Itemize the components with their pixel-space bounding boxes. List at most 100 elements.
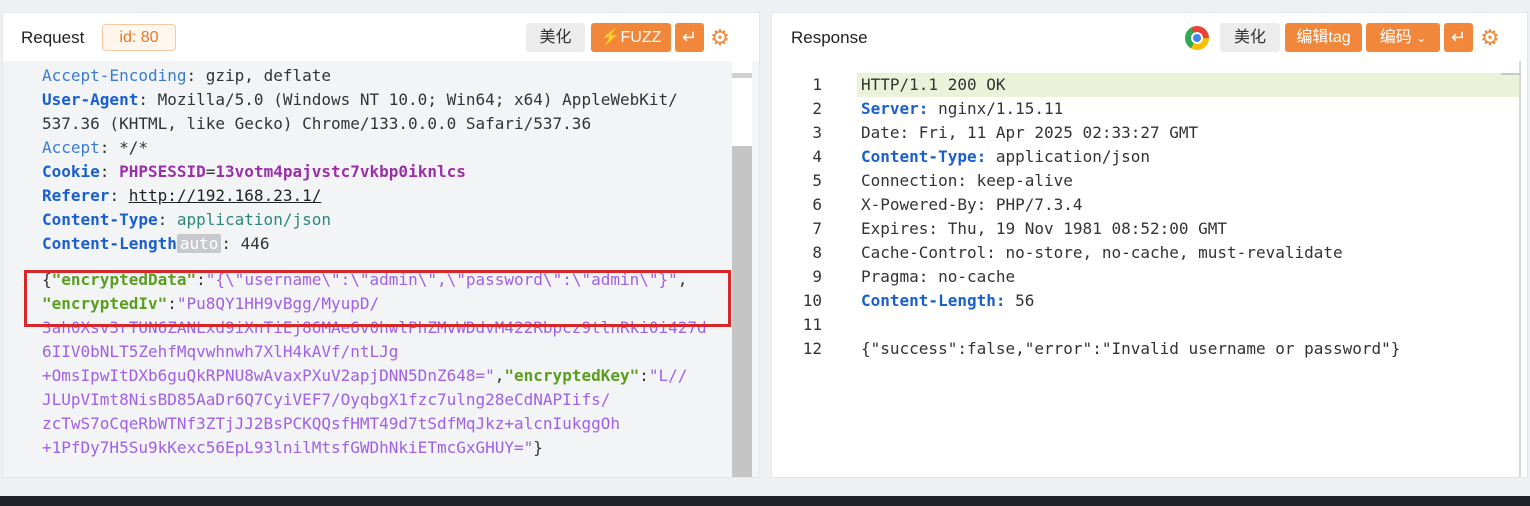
auto-chip[interactable]: auto: [176, 234, 222, 253]
response-title: Response: [791, 28, 868, 47]
header-key: Content-Length: [42, 234, 177, 253]
code-line: Accept-Encoding: gzip, deflate: [42, 66, 331, 85]
line-number: 8: [812, 243, 822, 262]
header-value: 537.36 (KHTML, like Gecko) Chrome/133.0.…: [42, 114, 592, 133]
line-number: 10: [802, 291, 822, 310]
response-line: Date: Fri, 11 Apr 2025 02:33:27 GMT: [861, 121, 1400, 145]
code-line: User-Agent: Mozilla/5.0 (Windows NT 10.0…: [42, 90, 678, 109]
code-line: 537.36 (KHTML, like Gecko) Chrome/133.0.…: [42, 112, 707, 136]
code-line: +1PfDy7H5Su9kKexc56EpL93lnilMtsfGWDhNkiE…: [42, 436, 707, 460]
encoding-dropdown[interactable]: 编码 ⌄: [1366, 23, 1440, 52]
wrap-icon: ↵: [1450, 27, 1467, 47]
response-line: X-Powered-By: PHP/7.3.4: [861, 193, 1400, 217]
fuzz-label: FUZZ: [620, 29, 662, 46]
line-number: 7: [812, 219, 822, 238]
code-line: zcTwS7oCqeRbWTNf3ZTjJJ2BsPCKQQsfHMT49d7t…: [42, 412, 707, 436]
line-number: 9: [812, 267, 822, 286]
referer-link[interactable]: http://192.168.23.1/: [129, 186, 322, 205]
lightning-icon: ⚡: [600, 29, 621, 46]
line-text: HTTP/1.1 200 OK: [861, 75, 1006, 94]
json-string: "Pu8QY1HH9vBgg/MyupD/: [176, 294, 380, 313]
line-text: X-Powered-By: PHP/7.3.4: [861, 195, 1083, 214]
response-code: HTTP/1.1 200 OK Server: nginx/1.15.11 Date…: [861, 73, 1400, 361]
cookie-name: PHPSESSID: [119, 162, 206, 181]
request-title: Request: [21, 28, 85, 47]
request-scrollbar-thumb[interactable]: [732, 146, 752, 477]
header-key: Server:: [861, 99, 929, 118]
header-value: 446: [240, 234, 270, 253]
gear-icon[interactable]: ⚙: [708, 26, 732, 50]
gear-icon[interactable]: ⚙: [1478, 26, 1502, 50]
line-number: 2: [812, 99, 822, 118]
header-key: Content-Type:: [861, 147, 987, 166]
header-key: Content-Length:: [861, 291, 1006, 310]
response-line: Expires: Thu, 19 Nov 1981 08:52:00 GMT: [861, 217, 1400, 241]
beautify-button[interactable]: 美化: [1220, 23, 1280, 52]
json-body: {"success":false,"error":"Invalid userna…: [861, 339, 1401, 358]
code-line: 6IIV0bNLT5ZehfMqvwhnwh7XlH4kAVf/ntLJg: [42, 340, 707, 364]
request-editor[interactable]: · · · · · · · · · · · · · · · Accept-Enco…: [3, 59, 759, 477]
response-line: Server: nginx/1.15.11: [861, 97, 1400, 121]
response-line: Connection: keep-alive: [861, 169, 1400, 193]
line-text: Cache-Control: no-store, no-cache, must-…: [861, 243, 1343, 262]
wrap-icon: ↵: [681, 27, 698, 47]
response-line: Pragma: no-cache: [861, 265, 1400, 289]
beautify-button[interactable]: 美化: [526, 23, 585, 52]
request-scrollbar-top: [732, 73, 752, 78]
json-key: "encryptedKey": [504, 366, 640, 385]
code-line: Referer: http://192.168.23.1/: [42, 186, 322, 205]
chevron-down-icon: ⌄: [1416, 31, 1427, 45]
cookie-eq: =: [205, 162, 216, 181]
line-text: Connection: keep-alive: [861, 171, 1073, 190]
code-line: Accept: */*: [42, 138, 148, 157]
wrap-toggle-button[interactable]: ↵: [675, 23, 704, 52]
json-brace: {: [42, 270, 52, 289]
json-brace: }: [533, 438, 543, 457]
json-string: 6IIV0bNLT5ZehfMqvwhnwh7XlH4kAVf/ntLJg: [42, 342, 399, 361]
encoding-label: 编码: [1379, 29, 1412, 46]
response-editor[interactable]: HTTP/1.1 200 OK Server: nginx/1.15.11 Date…: [772, 61, 1527, 477]
response-line: {"success":false,"error":"Invalid userna…: [861, 337, 1400, 361]
json-key: "encryptedData": [51, 270, 197, 289]
line-text: nginx/1.15.11: [928, 99, 1064, 118]
code-line: · · · · · · · · · · · · · · ·: [42, 57, 707, 64]
code-line: "encryptedIv":"Pu8QY1HH9vBgg/MyupD/: [42, 292, 707, 316]
header-key: Cookie: [42, 162, 100, 181]
header-key: Accept-Encoding: [42, 66, 187, 85]
header-value: gzip, deflate: [205, 66, 331, 85]
line-number: 5: [812, 171, 822, 190]
wrap-toggle-button[interactable]: ↵: [1444, 23, 1473, 52]
code-line: 3ah0Xsv3rTUN6ZANLxd9iXnTiEj86MAe6v0hwlPh…: [42, 316, 707, 340]
line-text: Pragma: no-cache: [861, 267, 1016, 286]
response-line: Content-Length: 56: [861, 289, 1400, 313]
edit-tag-button[interactable]: 编辑tag: [1285, 23, 1362, 52]
response-line: Cache-Control: no-store, no-cache, must-…: [861, 241, 1400, 265]
json-string: +1PfDy7H5Su9kKexc56EpL93lnilMtsfGWDhNkiE…: [42, 438, 534, 457]
code-line: Content-Length auto: 446: [42, 234, 270, 253]
chrome-icon[interactable]: [1185, 26, 1209, 50]
json-colon: :: [196, 270, 206, 289]
header-key: Referer: [42, 186, 110, 205]
header-key: User-Agent: [42, 90, 139, 109]
header-value: application/json: [176, 210, 331, 229]
header-value: */*: [119, 138, 148, 157]
json-string: JLUpVImt8NisBD85AaDr6Q7CyiVEF7/OyqbgX1fz…: [42, 390, 611, 409]
cookie-value: 13votm4pajvstc7vkbp0iknlcs: [215, 162, 466, 181]
line-text: 56: [1005, 291, 1035, 310]
line-text: Date: Fri, 11 Apr 2025 02:33:27 GMT: [861, 123, 1199, 142]
json-key: "encryptedIv": [42, 294, 168, 313]
response-scrollbar-top: [1501, 73, 1521, 75]
code-line: {"encryptedData":"{\"username\":\"admin\…: [42, 268, 707, 292]
code-line: Content-Type: application/json: [42, 210, 331, 229]
response-panel: Response 美化 编辑tag 编码 ⌄ ↵ ⚙ HTTP/1.1 200 …: [771, 12, 1528, 478]
json-string: "{\"username\":\"admin\",\"password\":\"…: [205, 270, 678, 289]
response-scrollbar[interactable]: [1519, 61, 1521, 477]
json-string: "L//: [648, 366, 688, 385]
json-comma: ,: [677, 270, 688, 289]
request-panel: Request id: 80 美化 ⚡FUZZ ↵ ⚙ · · · · · · …: [2, 12, 760, 478]
json-comma: ,: [494, 366, 505, 385]
line-number: 4: [812, 147, 822, 166]
fuzz-button[interactable]: ⚡FUZZ: [591, 23, 671, 52]
header-key: Accept: [42, 138, 100, 157]
line-number: 6: [812, 195, 822, 214]
